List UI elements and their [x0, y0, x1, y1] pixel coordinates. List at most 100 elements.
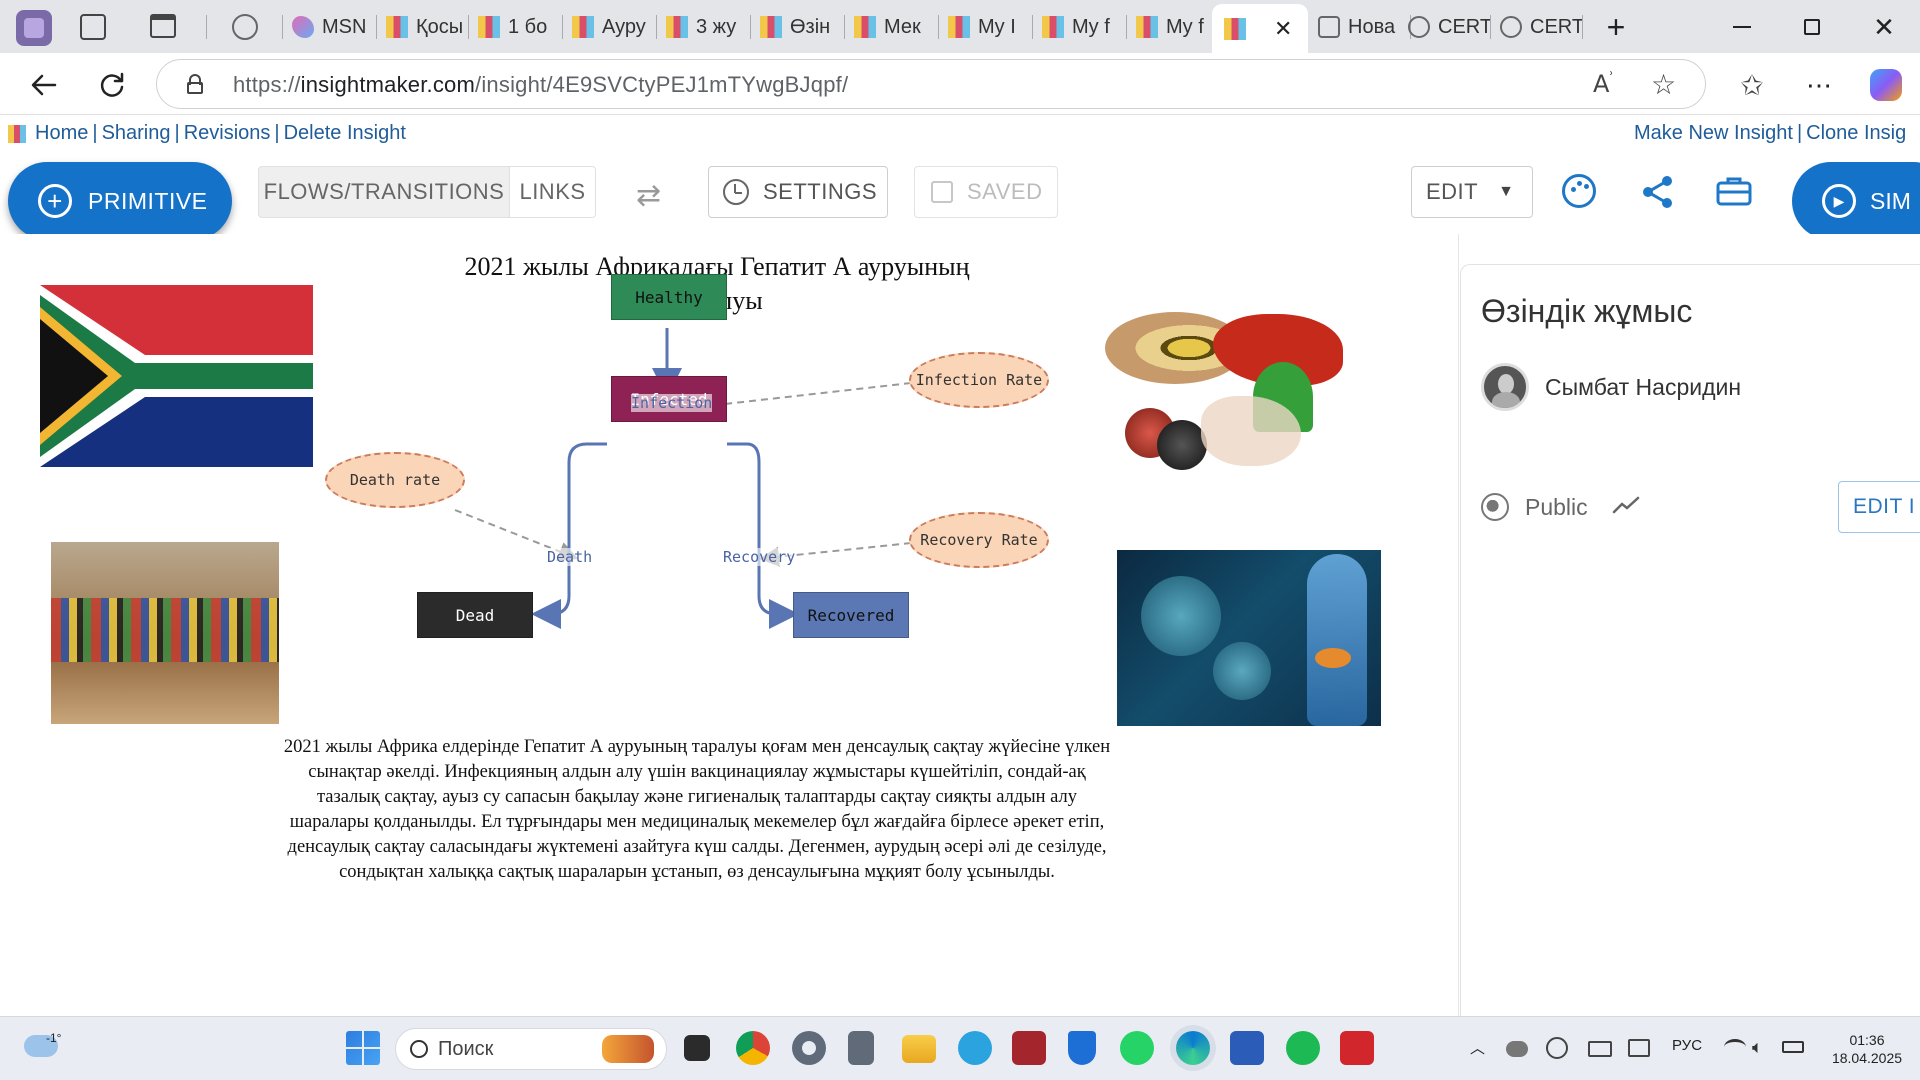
tab-new-page[interactable]: Нова — [1318, 8, 1410, 46]
workspaces-icon[interactable] — [80, 14, 106, 40]
tab-msn[interactable]: MSN — [292, 8, 372, 46]
more-menu-icon[interactable]: ⋯ — [1800, 65, 1840, 105]
display-icon[interactable] — [1628, 1039, 1650, 1057]
clock-icon — [723, 179, 749, 205]
language-indicator[interactable]: РУС — [1672, 1037, 1702, 1054]
clone-insight-link[interactable]: Clone Insig — [1806, 122, 1906, 144]
tab-7[interactable]: Мек — [854, 8, 938, 46]
tab-cert-1[interactable]: CERT — [1408, 8, 1490, 46]
msn-butterfly-icon — [292, 16, 314, 38]
volume-icon[interactable]: 🔈︎ — [1752, 1037, 1763, 1058]
refresh-button[interactable] — [92, 65, 132, 105]
restore-icon[interactable] — [1792, 10, 1832, 44]
vertical-tabs-icon[interactable] — [150, 14, 176, 38]
delete-insight-link[interactable]: Delete Insight — [284, 122, 406, 144]
insightmaker-icon — [386, 16, 408, 38]
avatar[interactable] — [1481, 363, 1529, 411]
close-tab-icon[interactable]: ✕ — [1274, 16, 1292, 42]
word-icon[interactable] — [1230, 1031, 1264, 1065]
url-text[interactable]: https://insightmaker.com/insight/4E9SVCt… — [233, 72, 848, 98]
palette-icon[interactable] — [1562, 174, 1596, 208]
flow-recovery — [727, 442, 799, 629]
spotify-icon[interactable] — [1286, 1031, 1320, 1065]
taskbar-search[interactable]: Поиск — [395, 1028, 667, 1070]
search-placeholder: Поиск — [438, 1037, 494, 1060]
flow-label-death[interactable]: Death — [547, 548, 593, 566]
sync-icon[interactable] — [1546, 1037, 1568, 1059]
close-window-icon[interactable]: ✕ — [1864, 10, 1904, 44]
whatsapp-icon[interactable] — [1120, 1031, 1154, 1065]
share-icon[interactable] — [1640, 174, 1676, 210]
keyboard-icon[interactable] — [1588, 1041, 1612, 1057]
trending-icon[interactable] — [1612, 494, 1640, 521]
pdf-icon[interactable] — [1340, 1031, 1374, 1065]
tab-cert-2[interactable]: CERT — [1500, 8, 1582, 46]
favorites-icon[interactable]: ✩ — [1732, 65, 1772, 105]
author-row[interactable]: Сымбат Насридин — [1481, 363, 1741, 411]
make-new-insight-link[interactable]: Make New Insight — [1634, 122, 1793, 144]
windows-start-icon[interactable] — [346, 1031, 380, 1065]
tab-3[interactable]: 1 бо — [478, 8, 562, 46]
tab-8[interactable]: My I — [948, 8, 1032, 46]
wifi-icon[interactable] — [1724, 1039, 1746, 1055]
revisions-link[interactable]: Revisions — [184, 122, 271, 144]
tab-5[interactable]: 3 жу — [666, 8, 750, 46]
read-aloud-icon[interactable]: Aʾ — [1593, 70, 1614, 98]
primitive-button[interactable]: + PRIMITIVE — [8, 162, 232, 240]
flows-transitions-button[interactable]: FLOWS/TRANSITIONS — [258, 166, 510, 218]
tab-10[interactable]: My f — [1136, 8, 1220, 46]
tab-6[interactable]: Өзін — [760, 8, 844, 46]
home-link[interactable]: Home — [35, 122, 88, 144]
show-hidden-icons[interactable]: ︿ — [1470, 1037, 1485, 1058]
back-button[interactable] — [24, 65, 64, 105]
flow-label-infection[interactable]: Infection — [631, 394, 713, 412]
saved-button[interactable]: SAVED — [914, 166, 1058, 218]
profile-icon[interactable] — [16, 10, 52, 46]
settings-gear-icon[interactable] — [792, 1031, 826, 1065]
stock-dead[interactable]: Dead — [417, 592, 533, 638]
sharing-link[interactable]: Sharing — [102, 122, 171, 144]
variable-death-rate[interactable]: Death rate — [325, 452, 465, 508]
tab-4[interactable]: Ауру — [572, 8, 656, 46]
chrome-icon[interactable] — [736, 1031, 770, 1065]
onedrive-status-icon[interactable] — [1506, 1041, 1528, 1057]
globe-tab-icon[interactable] — [232, 14, 258, 40]
edit-dropdown-button[interactable]: EDIT ▼ — [1411, 166, 1533, 218]
save-disk-icon — [931, 181, 953, 203]
simulate-button[interactable]: ▶ SIM — [1792, 162, 1920, 240]
edge-icon[interactable] — [1176, 1031, 1210, 1065]
battery-icon[interactable] — [1782, 1041, 1804, 1053]
variable-infection-rate[interactable]: Infection Rate — [909, 352, 1049, 408]
defender-icon[interactable] — [1068, 1031, 1096, 1065]
clock[interactable]: 01:36 18.04.2025 — [1822, 1031, 1912, 1067]
copilot-icon[interactable] — [1866, 65, 1906, 105]
variable-recovery-rate[interactable]: Recovery Rate — [909, 512, 1049, 568]
telegram-icon[interactable] — [958, 1031, 992, 1065]
file-explorer-icon[interactable] — [902, 1035, 936, 1063]
flow-label-recovery[interactable]: Recovery — [723, 548, 796, 566]
edit-info-button[interactable]: EDIT I — [1838, 481, 1920, 533]
access-icon[interactable] — [1012, 1031, 1046, 1065]
tab-active[interactable]: ✕ — [1212, 4, 1308, 53]
links-button[interactable]: LINKS — [510, 166, 596, 218]
stock-recovered[interactable]: Recovered — [793, 592, 909, 638]
address-bar[interactable]: https://insightmaker.com/insight/4E9SVCt… — [156, 59, 1706, 109]
model-canvas[interactable]: 2021 жылы Африкадағы Гепатит А ауруының … — [7, 234, 1459, 1016]
lock-icon[interactable] — [187, 74, 203, 94]
favorite-star-icon[interactable]: ☆ — [1651, 68, 1676, 101]
toolbox-icon[interactable] — [1716, 176, 1752, 206]
virus-liver-image[interactable] — [1117, 550, 1381, 726]
stock-healthy[interactable]: Healthy — [611, 274, 727, 320]
weather-temp: -1° — [46, 1031, 62, 1045]
task-view-icon[interactable] — [684, 1035, 710, 1061]
tab-9[interactable]: My f — [1042, 8, 1126, 46]
calculator-icon[interactable] — [848, 1031, 874, 1065]
swap-arrows-icon[interactable]: ⇄ — [636, 178, 661, 213]
settings-button[interactable]: SETTINGS — [708, 166, 888, 218]
minimize-icon[interactable] — [1722, 10, 1762, 44]
tab-2[interactable]: Қосы — [386, 8, 468, 46]
diagram-connections — [454, 328, 912, 629]
hepatitis-collage-image[interactable] — [1105, 312, 1351, 480]
new-tab-icon[interactable]: + — [1596, 9, 1636, 45]
visibility-row: Public — [1481, 493, 1640, 521]
